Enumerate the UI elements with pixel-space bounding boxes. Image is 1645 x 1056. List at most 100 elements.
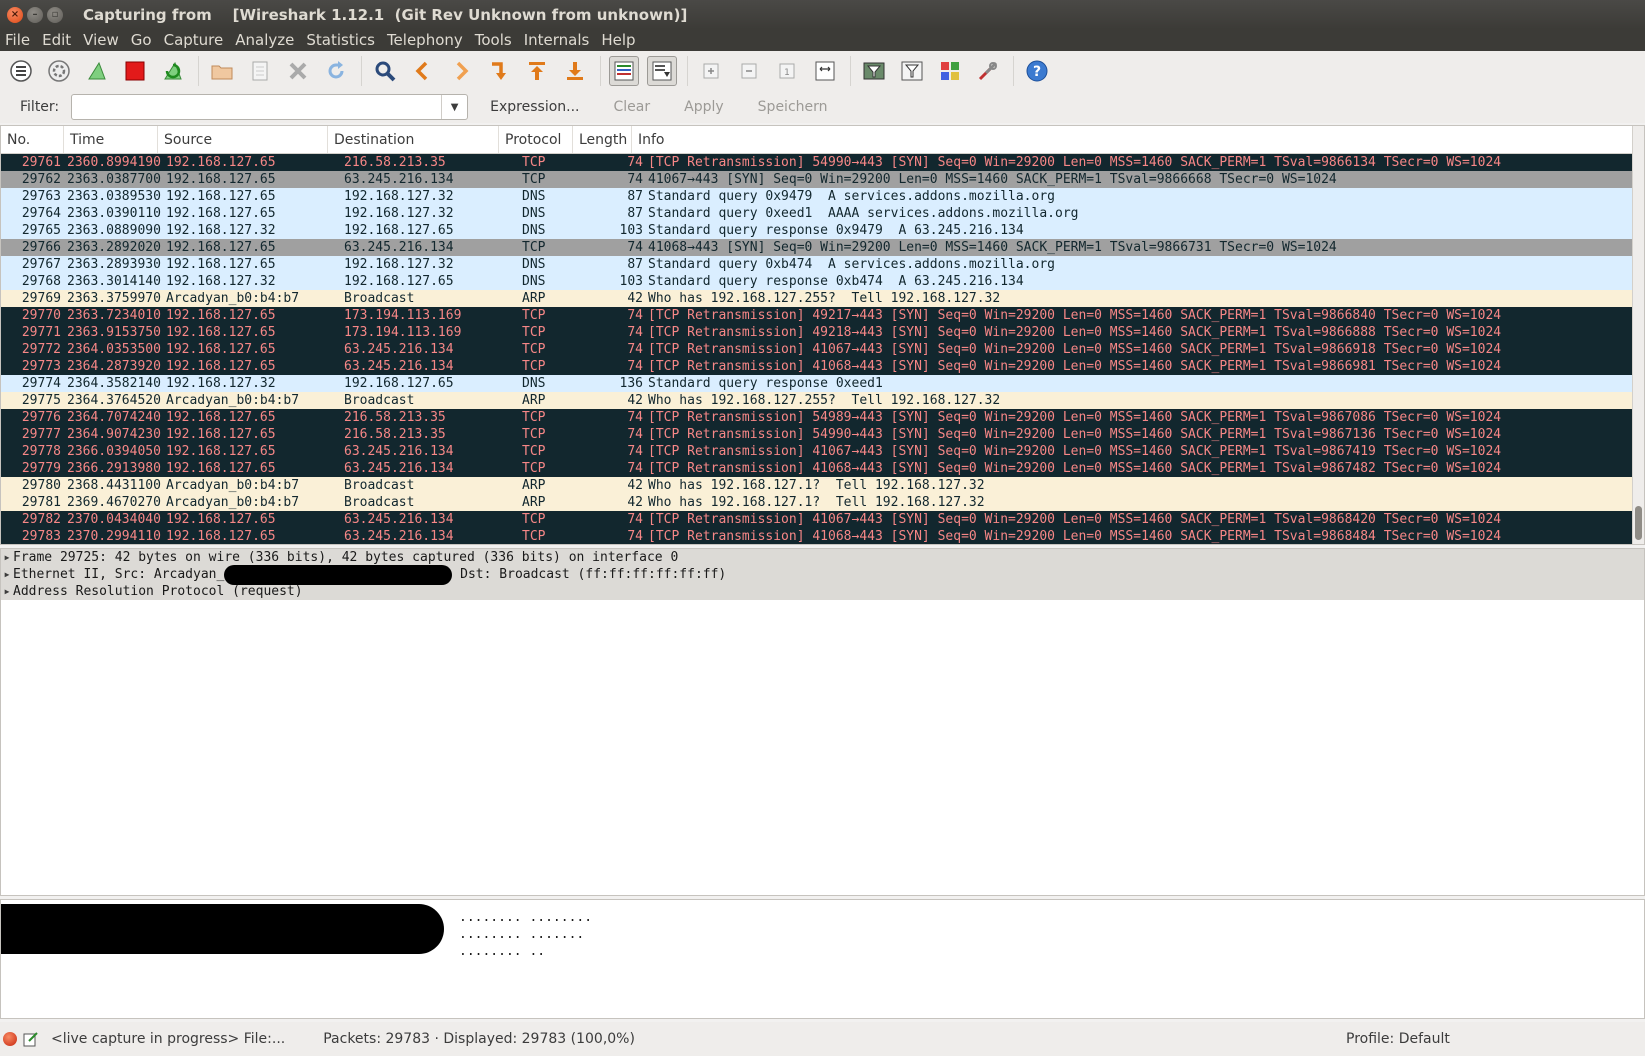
cell-destination: 192.168.127.32 — [344, 206, 454, 221]
packet-row[interactable]: 29767 2363.2893930 192.168.127.65 192.168.1… — [1, 256, 1634, 273]
packet-row[interactable]: 29762 2363.0387700 192.168.127.65 63.245.21… — [1, 171, 1634, 188]
packet-row[interactable]: 29772 2364.0353500 192.168.127.65 63.245.21… — [1, 341, 1634, 358]
column-header-source[interactable]: Source — [158, 126, 328, 153]
column-header-time[interactable]: Time — [64, 126, 158, 153]
column-header-length[interactable]: Length — [573, 126, 632, 153]
close-window-button[interactable]: × — [7, 6, 23, 23]
close-file-icon[interactable] — [283, 56, 313, 86]
options-icon[interactable] — [44, 56, 74, 86]
cell-protocol: DNS — [522, 189, 546, 204]
packet-row[interactable]: 29782 2370.0434040 192.168.127.65 63.245.21… — [1, 511, 1634, 528]
detail-frame[interactable]: ▶ Frame 29725: 42 bytes on wire (336 bit… — [1, 549, 1644, 566]
packet-row[interactable]: 29780 2368.4431100 Arcadyan_b0:b4:b7 Broadc… — [1, 477, 1634, 494]
apply-button[interactable]: Apply — [672, 94, 736, 120]
interfaces-icon[interactable] — [6, 56, 36, 86]
profile-selector[interactable]: Profile: Default — [1346, 1022, 1450, 1056]
toolbar-separator — [361, 56, 362, 86]
cell-length: 74 — [627, 461, 643, 476]
start-capture-icon[interactable] — [82, 56, 112, 86]
expand-arrow-icon[interactable]: ▶ — [1, 553, 13, 562]
packet-row[interactable]: 29775 2364.3764520 Arcadyan_b0:b4:b7 Broadc… — [1, 392, 1634, 409]
minimize-window-button[interactable]: – — [27, 6, 43, 23]
save-file-icon[interactable] — [245, 56, 275, 86]
clear-button[interactable]: Clear — [602, 94, 663, 120]
cell-destination: 63.245.216.134 — [344, 342, 454, 357]
autoscroll-icon[interactable] — [647, 56, 677, 86]
cell-info: [TCP Retransmission] 54990→443 [SYN] Seq… — [648, 427, 1502, 442]
menu-analyze[interactable]: Analyze — [229, 29, 300, 51]
go-back-icon[interactable] — [408, 56, 438, 86]
stop-capture-icon[interactable] — [120, 56, 150, 86]
packet-row[interactable]: 29776 2364.7074240 192.168.127.65 216.58.21… — [1, 409, 1634, 426]
column-header-destination[interactable]: Destination — [328, 126, 499, 153]
expand-arrow-icon[interactable]: ▶ — [1, 587, 13, 596]
menu-statistics[interactable]: Statistics — [300, 29, 381, 51]
packet-row[interactable]: 29778 2366.0394050 192.168.127.65 63.245.21… — [1, 443, 1634, 460]
packet-row[interactable]: 29763 2363.0389530 192.168.127.65 192.168.1… — [1, 188, 1634, 205]
open-file-icon[interactable] — [207, 56, 237, 86]
coloring-rules-icon[interactable] — [935, 56, 965, 86]
reload-icon[interactable] — [321, 56, 351, 86]
cell-destination: 63.245.216.134 — [344, 512, 454, 527]
menu-internals[interactable]: Internals — [518, 29, 596, 51]
svg-text:?: ? — [1033, 64, 1041, 80]
packet-row[interactable]: 29764 2363.0390110 192.168.127.65 192.168.1… — [1, 205, 1634, 222]
packet-row[interactable]: 29769 2363.3759970 Arcadyan_b0:b4:b7 Broadc… — [1, 290, 1634, 307]
packet-row[interactable]: 29768 2363.3014140 192.168.127.32 192.168.1… — [1, 273, 1634, 290]
cell-source: Arcadyan_b0:b4:b7 — [166, 478, 300, 493]
menu-go[interactable]: Go — [125, 29, 158, 51]
packet-row[interactable]: 29765 2363.0889090 192.168.127.32 192.168.1… — [1, 222, 1634, 239]
packet-row[interactable]: 29771 2363.9153750 192.168.127.65 173.194.1… — [1, 324, 1634, 341]
packet-row[interactable]: 29773 2364.2873920 192.168.127.65 63.245.21… — [1, 358, 1634, 375]
filter-dropdown-button[interactable]: ▼ — [441, 95, 467, 119]
packet-row[interactable]: 29774 2364.3582140 192.168.127.32 192.168.1… — [1, 375, 1634, 392]
packet-row[interactable]: 29777 2364.9074230 192.168.127.65 216.58.21… — [1, 426, 1634, 443]
cell-info: [TCP Retransmission] 41067→443 [SYN] Seq… — [648, 342, 1502, 357]
help-icon[interactable]: ? — [1022, 56, 1052, 86]
filter-input[interactable] — [72, 95, 442, 119]
packet-row[interactable]: 29770 2363.7234010 192.168.127.65 173.194.1… — [1, 307, 1634, 324]
menu-edit[interactable]: Edit — [36, 29, 77, 51]
cell-no: 29777 — [21, 427, 61, 442]
find-packet-icon[interactable] — [370, 56, 400, 86]
menu-telephony[interactable]: Telephony — [381, 29, 469, 51]
menu-view[interactable]: View — [77, 29, 125, 51]
restart-capture-icon[interactable] — [158, 56, 188, 86]
maximize-window-button[interactable]: ▫ — [47, 6, 63, 23]
zoom-in-icon[interactable] — [696, 56, 726, 86]
expand-arrow-icon[interactable]: ▶ — [1, 570, 13, 579]
display-filters-icon[interactable] — [897, 56, 927, 86]
save-filter-button[interactable]: Speichern — [746, 94, 840, 120]
packet-row[interactable]: 29781 2369.4670270 Arcadyan_b0:b4:b7 Broadc… — [1, 494, 1634, 511]
cell-length: 74 — [627, 512, 643, 527]
expert-info-icon[interactable] — [3, 1032, 17, 1046]
packet-row[interactable]: 29761 2360.8994190 192.168.127.65 216.58.21… — [1, 154, 1634, 171]
zoom-out-icon[interactable] — [734, 56, 764, 86]
column-header-info[interactable]: Info — [632, 126, 1644, 153]
go-last-icon[interactable] — [560, 56, 590, 86]
colorize-icon[interactable] — [609, 56, 639, 86]
expression-button[interactable]: Expression... — [478, 94, 591, 120]
detail-ethernet[interactable]: ▶ Ethernet II, Src: Arcadyan_ Dst: Broad… — [1, 564, 1644, 585]
cell-destination: Broadcast — [344, 478, 415, 493]
menu-help[interactable]: Help — [595, 29, 641, 51]
go-forward-icon[interactable] — [446, 56, 476, 86]
packet-row[interactable]: 29766 2363.2892020 192.168.127.65 63.245.21… — [1, 239, 1634, 256]
capture-filters-icon[interactable] — [859, 56, 889, 86]
menu-file[interactable]: File — [0, 29, 36, 51]
column-header-no[interactable]: No. — [1, 126, 64, 153]
go-to-packet-icon[interactable] — [484, 56, 514, 86]
detail-arp[interactable]: ▶ Address Resolution Protocol (request) — [1, 583, 1644, 600]
scrollbar-thumb[interactable] — [1635, 506, 1642, 540]
packet-list-scrollbar[interactable] — [1632, 126, 1644, 544]
preferences-icon[interactable] — [973, 56, 1003, 86]
packet-row[interactable]: 29783 2370.2994110 192.168.127.65 63.245.21… — [1, 528, 1634, 544]
normal-size-icon[interactable]: 1 — [772, 56, 802, 86]
capture-comment-icon[interactable] — [23, 1031, 39, 1047]
menu-tools[interactable]: Tools — [469, 29, 518, 51]
column-header-protocol[interactable]: Protocol — [499, 126, 573, 153]
packet-row[interactable]: 29779 2366.2913980 192.168.127.65 63.245.21… — [1, 460, 1634, 477]
go-first-icon[interactable] — [522, 56, 552, 86]
menu-capture[interactable]: Capture — [158, 29, 230, 51]
resize-columns-icon[interactable] — [810, 56, 840, 86]
